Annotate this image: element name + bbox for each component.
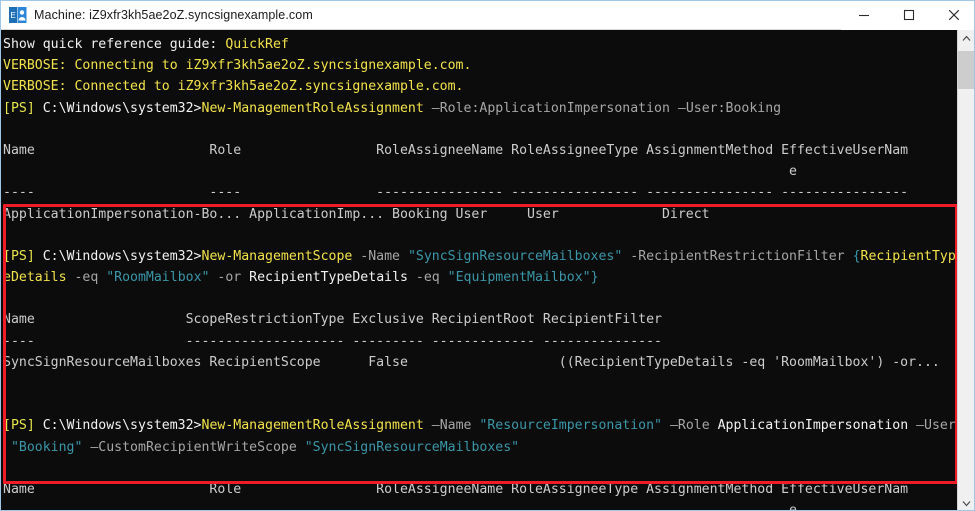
terminal-token: –Role [662, 418, 718, 434]
terminal-token: -RecipientRestrictionFilter [622, 248, 853, 264]
powershell-window: E Machine: iZ9xfr3kh5ae2oZ.syncsignexamp… [0, 0, 975, 511]
line-table2-header: Name ScopeRestrictionType Exclusive Reci… [3, 309, 959, 330]
terminal-token: eDetails [3, 270, 67, 286]
line-cmd-1: [PS] C:\Windows\system32>New-ManagementR… [3, 98, 959, 119]
terminal-token: "SyncSignResourceMailboxes" [304, 439, 520, 455]
scroll-up-arrow-icon[interactable] [958, 30, 974, 47]
terminal-token: e [3, 164, 797, 180]
minimize-button[interactable] [841, 1, 886, 30]
line-cmd-3b: "Booking" –CustomRecipientWriteScope "Sy… [3, 437, 959, 458]
scroll-down-arrow-icon[interactable] [958, 495, 974, 510]
terminal-token: ApplicationImpersonation-Bo... Applicati… [3, 206, 710, 222]
terminal-token: -or [209, 270, 250, 286]
terminal-token: New-ManagementScope [201, 248, 353, 264]
terminal-token: C:\Windows\system32> [34, 100, 202, 116]
terminal-token: "ResourceImpersonation" [479, 418, 663, 434]
terminal-scrollbar[interactable] [957, 30, 974, 510]
terminal-output-area[interactable]: Show quick reference guide: QuickRef VERB… [1, 30, 974, 511]
window-title: Machine: iZ9xfr3kh5ae2oZ.syncsignexample… [34, 8, 313, 22]
terminal-token: -eq [66, 270, 107, 286]
terminal-token: VERBOSE: Connecting to iZ9xfr3kh5ae2oZ.s… [3, 58, 472, 74]
line-blank-1 [3, 119, 959, 140]
terminal-token: Name Role RoleAssigneeName RoleAssigneeT… [3, 142, 909, 158]
line-table1-rule: ---- ---- ---------------- -------------… [3, 182, 959, 203]
terminal-token: "EquipmentMailbox" [447, 270, 591, 286]
maximize-button[interactable] [886, 1, 931, 30]
exchange-remote-powershell-icon: E [9, 6, 27, 24]
line-table2-row: SyncSignResourceMailboxes RecipientScope… [3, 352, 959, 373]
terminal-token: ApplicationImpersonation [717, 418, 909, 434]
terminal-token: Name ScopeRestrictionType Exclusive Reci… [3, 312, 662, 328]
close-button[interactable] [931, 1, 974, 30]
terminal-token: –CustomRecipientWriteScope [82, 439, 305, 455]
terminal-token: RecipientTypeDetails [249, 270, 408, 286]
terminal-token: QuickRef [225, 37, 289, 52]
terminal-token: -eq [407, 270, 448, 286]
terminal-token: Name Role RoleAssigneeName RoleAssigneeT… [3, 481, 909, 497]
scrollbar-thumb[interactable] [958, 51, 974, 89]
terminal-token: Show quick reference guide: [3, 37, 226, 52]
line-blank-3 [3, 288, 959, 309]
terminal-token: New-ManagementRoleAssignment [201, 100, 424, 116]
line-blank-4 [3, 373, 959, 394]
terminal-token: C:\Windows\system32> [34, 248, 202, 264]
line-blank-6 [3, 458, 959, 479]
terminal-token: RecipientTyp [860, 248, 956, 264]
line-cmd-2a: [PS] C:\Windows\system32>New-ManagementS… [3, 246, 959, 267]
line-table1-header-wrap: e [3, 161, 959, 182]
line-blank-2 [3, 225, 959, 246]
terminal-token: –Role:ApplicationImpersonation –User:Boo… [423, 100, 782, 116]
line-cmd-2b: eDetails -eq "RoomMailbox" -or Recipient… [3, 267, 959, 288]
terminal-token: SyncSignResourceMailboxes RecipientScope… [3, 354, 940, 370]
line-verbose-connecting: VERBOSE: Connecting to iZ9xfr3kh5ae2oZ.s… [3, 55, 959, 76]
terminal-token: [PS] [3, 248, 35, 264]
terminal-token: "SyncSignResourceMailboxes" [407, 248, 623, 264]
line-verbose-connected: VERBOSE: Connected to iZ9xfr3kh5ae2oZ.sy… [3, 76, 959, 97]
terminal-token: "Booking" [10, 439, 83, 455]
line-quickref: Show quick reference guide: QuickRef [3, 34, 959, 55]
line-table1-header: Name Role RoleAssigneeName RoleAssigneeT… [3, 140, 959, 161]
terminal-token: "RoomMailbox" [106, 270, 210, 286]
terminal-token: VERBOSE: Connected to iZ9xfr3kh5ae2oZ.sy… [3, 79, 464, 95]
scrollbar-track[interactable] [958, 47, 974, 495]
terminal-token: ---- ---- ---------------- -------------… [3, 185, 909, 201]
terminal-token: [PS] [3, 100, 35, 116]
line-table3-header-wrap: e [3, 500, 959, 511]
terminal-lines: Show quick reference guide: QuickRef VERB… [1, 30, 959, 511]
terminal-token: C:\Windows\system32> [34, 418, 202, 434]
terminal-token: } [590, 270, 599, 286]
line-table1-row: ApplicationImpersonation-Bo... Applicati… [3, 204, 959, 225]
svg-text:E: E [10, 11, 15, 20]
line-cmd-3a: [PS] C:\Windows\system32>New-ManagementR… [3, 415, 959, 436]
window-controls [841, 1, 974, 30]
line-blank-5 [3, 394, 959, 415]
line-table3-header: Name Role RoleAssigneeName RoleAssigneeT… [3, 479, 959, 500]
terminal-token: -Name [352, 248, 408, 264]
terminal-token: –Name [423, 418, 480, 434]
terminal-token: ---- -------------------- --------- ----… [3, 333, 662, 349]
terminal-token: New-ManagementRoleAssignment [201, 418, 424, 434]
terminal-token: { [852, 248, 861, 264]
terminal-token: e [3, 503, 797, 511]
window-titlebar[interactable]: E Machine: iZ9xfr3kh5ae2oZ.syncsignexamp… [1, 1, 974, 30]
terminal-token: –User [908, 418, 956, 434]
terminal-token: [PS] [3, 418, 35, 434]
line-table2-rule: ---- -------------------- --------- ----… [3, 331, 959, 352]
